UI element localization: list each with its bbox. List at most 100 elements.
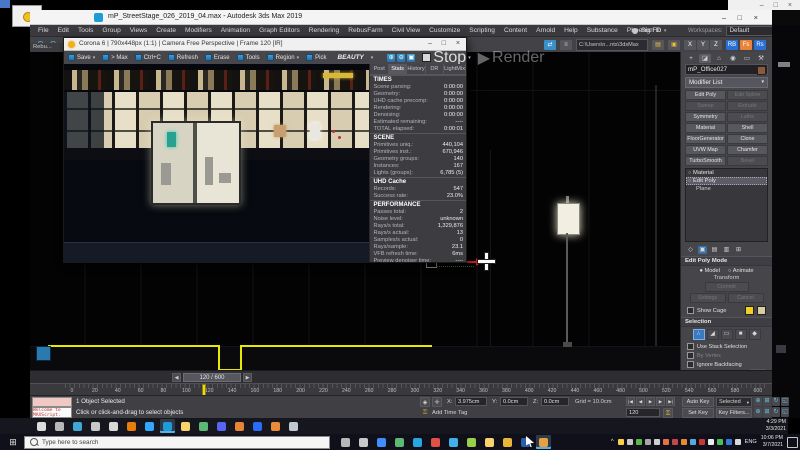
stack-tool-icon[interactable]: ▥ — [722, 246, 731, 254]
modifier-button[interactable]: Extrude — [727, 101, 768, 111]
corona-toolbar-button[interactable]: Pick ▾ — [306, 54, 326, 61]
maxscript-mini-listener-white[interactable]: Welcome to MAXScript. — [32, 407, 72, 418]
taskbar-app-icon[interactable] — [106, 419, 121, 433]
taskbar-app-icon[interactable] — [536, 435, 551, 449]
subobject-level-icon[interactable]: ◢ — [707, 329, 719, 340]
viewport-corner-widget[interactable] — [36, 346, 51, 361]
menu-item[interactable]: RebusFarm — [348, 27, 382, 34]
taskbar-app-icon[interactable] — [338, 435, 353, 449]
taskbar-app-icon[interactable] — [70, 419, 85, 433]
layer-icon[interactable]: ▤ — [652, 40, 664, 50]
nav-icon[interactable]: ⊞ — [763, 397, 771, 406]
selection-lock-icon[interactable]: ◈ — [420, 397, 430, 407]
playback-button[interactable]: |◀ — [626, 397, 635, 406]
taskbar-app-icon[interactable] — [356, 435, 371, 449]
modifier-stack-row[interactable]: ○ Edit Poly — [686, 177, 767, 185]
menu-item[interactable]: Substance — [587, 27, 618, 34]
object-name-field[interactable]: mP_Office027 — [685, 64, 768, 75]
commit-button[interactable]: Commit — [705, 282, 749, 292]
menu-item[interactable]: Arnold — [536, 27, 555, 34]
taskbar-app-icon[interactable] — [428, 435, 443, 449]
nav-icon[interactable]: ⊕ — [754, 408, 762, 417]
stack-tool-icon[interactable]: ▣ — [698, 246, 707, 254]
ribbon-tab[interactable]: Rebu... — [30, 43, 63, 51]
modifier-button[interactable]: Bevel — [727, 156, 768, 166]
stack-tool-icon[interactable]: ◇ — [686, 246, 695, 254]
subobject-level-icon[interactable]: ∴ — [693, 329, 705, 340]
selection-set-dropdown[interactable]: Selected ▾ — [716, 397, 752, 407]
tray-icon[interactable] — [699, 439, 705, 445]
modifier-button[interactable]: Shell — [727, 123, 768, 133]
render-button[interactable]: ▶ Render — [478, 48, 545, 68]
menu-item[interactable]: Help — [564, 27, 578, 34]
tray-icon[interactable] — [690, 439, 696, 445]
taskbar-app-icon[interactable] — [178, 419, 193, 433]
menu-item[interactable]: Graph Editors — [259, 27, 300, 34]
start-button[interactable]: ⊞ — [6, 436, 20, 448]
add-time-tag[interactable]: Add Time Tag — [432, 410, 467, 416]
stats-tab[interactable]: Stats — [389, 64, 407, 74]
nav-icon[interactable]: ⊞ — [763, 408, 771, 417]
playback-button[interactable]: ▶ — [646, 397, 655, 406]
stats-tab[interactable]: DR — [426, 64, 444, 74]
taskbar-app-icon[interactable] — [410, 435, 425, 449]
taskbar-search[interactable]: Type here to search — [24, 436, 330, 449]
modifier-button[interactable]: Material — [685, 123, 726, 133]
menu-item[interactable]: Customize — [429, 27, 460, 34]
playback-button[interactable]: ▶| — [666, 397, 675, 406]
sign-in-button[interactable]: Sign In ▾ — [632, 26, 666, 35]
toolbar-chip[interactable]: RB — [726, 40, 738, 50]
tray-expand-icon[interactable]: ^ — [611, 439, 614, 445]
menu-item[interactable]: Group — [102, 27, 120, 34]
stats-tab[interactable]: History — [407, 64, 425, 74]
menu-item[interactable]: Animation — [221, 27, 250, 34]
tray-icon[interactable] — [681, 439, 687, 445]
modifier-stack-row[interactable]: ○ Plane — [686, 185, 767, 193]
menu-item[interactable]: Views — [130, 27, 147, 34]
taskbar-app-icon[interactable] — [52, 419, 67, 433]
tray-icon[interactable] — [672, 439, 678, 445]
modifier-button[interactable]: FloorGenerator — [685, 134, 726, 144]
taskbar-app-icon[interactable] — [500, 435, 515, 449]
command-panel-tab[interactable]: ⌂ — [713, 54, 725, 63]
render-area[interactable] — [64, 64, 369, 262]
taskbar-app-icon[interactable] — [88, 419, 103, 433]
tray-icon[interactable] — [735, 439, 741, 445]
cancel-button[interactable]: Cancel — [728, 293, 764, 303]
modifier-button[interactable]: Chamfer — [727, 145, 768, 155]
corona-close-icon[interactable]: × — [456, 40, 460, 47]
playback-button[interactable]: ▶ — [656, 397, 665, 406]
command-panel-tab[interactable]: ⚒ — [755, 54, 767, 63]
minimize-icon[interactable]: – — [722, 13, 726, 22]
nav-icon[interactable]: ↻ — [772, 408, 780, 417]
taskbar-app-icon[interactable] — [374, 435, 389, 449]
corona-toolbar-button[interactable]: Region ▾ — [267, 54, 300, 61]
axis-button[interactable]: Z — [710, 40, 722, 50]
subobject-level-icon[interactable]: ■ — [735, 329, 747, 340]
tray-icon[interactable] — [618, 439, 624, 445]
use-stack-selection-checkbox[interactable] — [687, 343, 694, 350]
radio-model[interactable]: ● Model — [699, 268, 720, 274]
frame-next-button[interactable]: ▶ — [243, 373, 252, 382]
tray-icon[interactable] — [645, 439, 651, 445]
menu-item[interactable]: Rendering — [309, 27, 339, 34]
modifier-list-dropdown[interactable]: Modifier List ▾ — [685, 77, 768, 88]
taskbar-app-icon[interactable] — [392, 435, 407, 449]
z-coordinate-field[interactable]: 0.0cm — [541, 397, 569, 406]
axis-button[interactable]: X — [684, 40, 696, 50]
render-element-dropdown[interactable]: BEAUTY — [337, 54, 363, 61]
taskbar-app-icon[interactable] — [124, 419, 139, 433]
time-slider[interactable]: 120 / 600 — [183, 373, 241, 382]
taskbar-app-icon[interactable] — [160, 419, 175, 433]
absolute-mode-icon[interactable]: ✛ — [432, 397, 442, 407]
menu-item[interactable]: Civil View — [392, 27, 420, 34]
modifier-button[interactable]: Sweep — [685, 101, 726, 111]
subobject-level-icon[interactable]: ▭ — [721, 329, 733, 340]
stack-tool-icon[interactable]: ▤ — [710, 246, 719, 254]
tray-icon[interactable] — [627, 439, 633, 445]
axis-button[interactable]: Y — [697, 40, 709, 50]
object-color-swatch[interactable] — [757, 66, 766, 75]
taskbar-app-icon[interactable] — [286, 419, 301, 433]
taskbar-app-icon[interactable] — [232, 419, 247, 433]
taskbar-app-icon[interactable] — [142, 419, 157, 433]
